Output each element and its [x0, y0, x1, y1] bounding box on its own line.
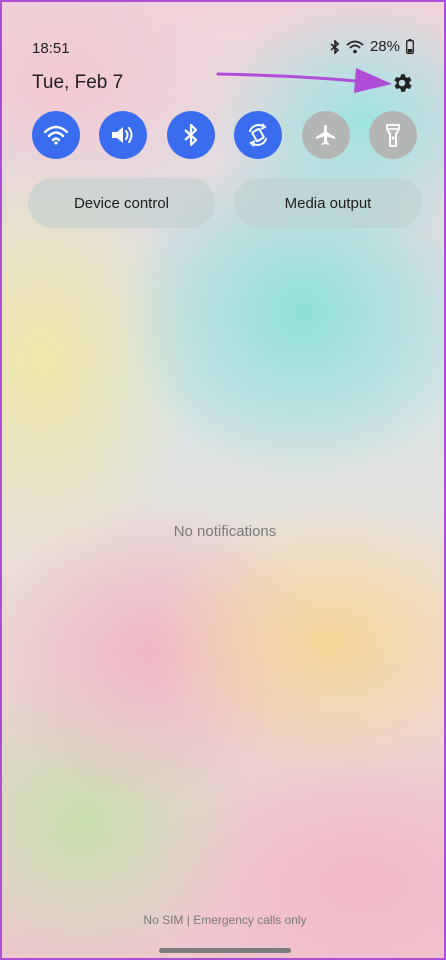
tile-flashlight[interactable]	[369, 111, 417, 159]
bluetooth-icon	[330, 39, 340, 54]
auto-rotate-icon	[249, 123, 267, 147]
settings-button[interactable]	[390, 71, 414, 95]
device-control-button[interactable]: Device control	[28, 178, 215, 228]
tile-sound[interactable]	[99, 111, 147, 159]
empty-notifications-text: No notifications	[173, 523, 277, 540]
annotation-arrow-icon	[216, 68, 392, 93]
battery-icon	[406, 39, 414, 54]
tile-auto-rotate[interactable]	[234, 111, 282, 159]
battery-percent: 28%	[369, 38, 400, 55]
wifi-icon	[44, 125, 68, 145]
status-time: 18:51	[32, 40, 70, 57]
flashlight-icon	[386, 124, 400, 147]
quick-settings-tiles	[32, 111, 422, 159]
gear-icon	[394, 74, 412, 92]
sound-icon	[112, 127, 133, 143]
airplane-icon	[316, 125, 335, 145]
tile-bluetooth[interactable]	[167, 111, 215, 159]
wifi-icon	[346, 40, 364, 54]
notification-shade: 18:51 28% Tue, Feb 7 Device control Medi…	[0, 0, 446, 960]
date-label: Tue, Feb 7	[32, 72, 124, 93]
status-icons: 28%	[330, 38, 414, 55]
tile-wifi[interactable]	[32, 111, 80, 159]
media-output-button[interactable]: Media output	[234, 178, 422, 228]
tile-airplane-mode[interactable]	[302, 111, 350, 159]
bluetooth-icon	[184, 123, 198, 147]
status-bar: 18:51 28%	[2, 2, 444, 57]
home-gesture-handle[interactable]	[159, 948, 291, 953]
carrier-status-text: No SIM | Emergency calls only	[143, 913, 307, 927]
